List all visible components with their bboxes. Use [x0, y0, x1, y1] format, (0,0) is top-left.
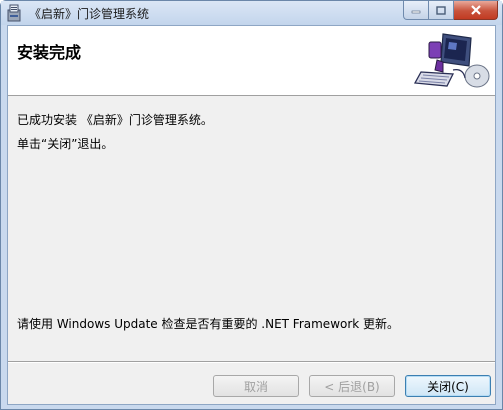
close-button[interactable]: 关闭(C) — [405, 375, 491, 397]
title-bar[interactable]: 《启新》门诊管理系统 — [1, 1, 502, 25]
caption-buttons — [403, 1, 498, 21]
install-success-text: 已成功安装 《启新》门诊管理系统。 — [17, 113, 213, 127]
windows-update-hint: 请使用 Windows Update 检查是否有重要的 .NET Framewo… — [17, 317, 400, 331]
minimize-button[interactable] — [403, 1, 429, 20]
cancel-button[interactable]: 取消 — [213, 375, 299, 397]
maximize-icon — [436, 5, 446, 15]
header-banner: 安装完成 — [8, 26, 495, 96]
page-title: 安装完成 — [17, 43, 82, 62]
footer-divider — [8, 361, 495, 363]
installer-window: 《启新》门诊管理系统 安装完成 已成功安装 《启新》门诊管理系统。 单击“关闭”… — [0, 0, 503, 410]
minimize-icon — [411, 10, 421, 14]
installer-icon — [7, 4, 21, 22]
maximize-button[interactable] — [429, 1, 454, 20]
back-button[interactable]: < 后退(B) — [309, 375, 395, 397]
close-window-button[interactable] — [454, 1, 498, 20]
close-icon — [470, 5, 481, 15]
window-title: 《启新》门诊管理系统 — [29, 7, 150, 21]
computer-with-disc-icon — [413, 33, 490, 88]
dialog-client-area: 安装完成 已成功安装 《启新》门诊管理系统。 单击“关闭”退出。 请使用 Win… — [7, 25, 496, 405]
close-instruction-text: 单击“关闭”退出。 — [17, 137, 114, 151]
